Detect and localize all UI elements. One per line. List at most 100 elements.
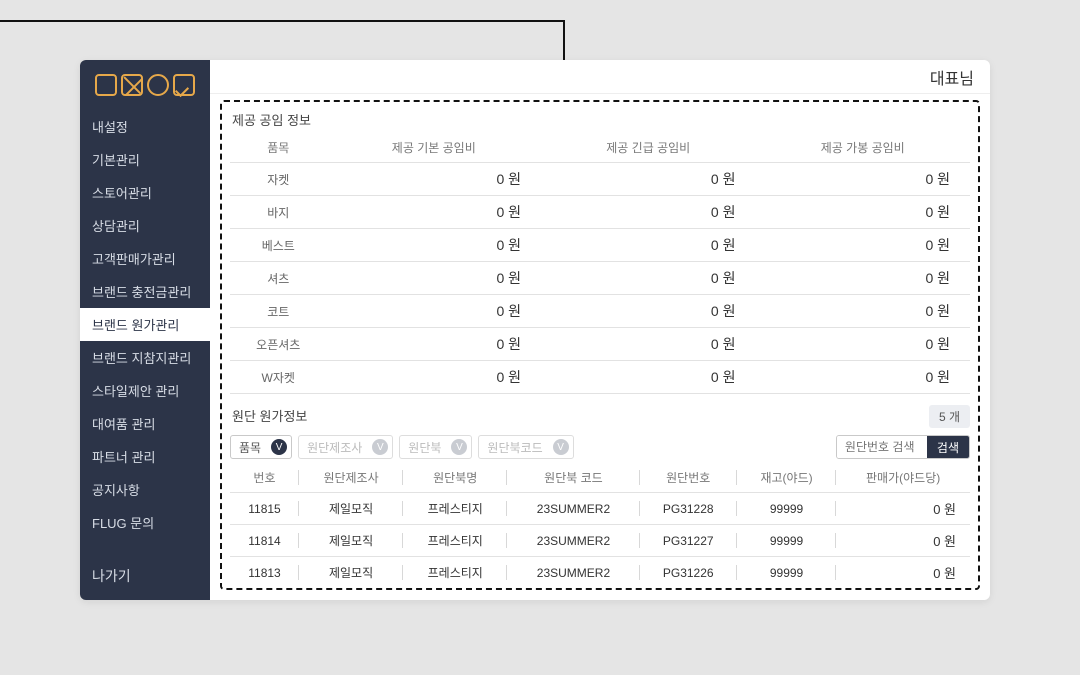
fab-book: 프레스티지: [403, 493, 507, 525]
fee-base: 0 원: [327, 328, 541, 361]
fab-stock: 99999: [737, 557, 836, 589]
fabric-row[interactable]: 11812제일모직프레스티지23SUMMER2PG31225999990 원: [230, 589, 970, 591]
sidebar-rental[interactable]: 대여품 관리: [80, 407, 210, 440]
fab-col-book: 원단북명: [403, 463, 507, 493]
fee-fitting: 0 원: [755, 262, 970, 295]
fee-row: 코트0 원0 원0 원: [230, 295, 970, 328]
fabric-search-box: 검색: [836, 435, 970, 459]
filter-bookcode-label: 원단북코드: [487, 439, 542, 456]
chevron-down-icon: V: [553, 439, 569, 455]
fabric-table: 번호 원단제조사 원단북명 원단북 코드 원단번호 재고(야드) 판매가(야드당…: [230, 463, 970, 590]
sidebar-style-suggest[interactable]: 스타일제안 관리: [80, 374, 210, 407]
fab-col-price: 판매가(야드당): [836, 463, 970, 493]
fee-row: 오픈셔츠0 원0 원0 원: [230, 328, 970, 361]
fee-fitting: 0 원: [755, 295, 970, 328]
sidebar-customer-price[interactable]: 고객판매가관리: [80, 242, 210, 275]
fab-price: 0 원: [836, 493, 970, 525]
chevron-down-icon: V: [372, 439, 388, 455]
fab-stock: 99999: [737, 589, 836, 591]
sidebar-consult-management[interactable]: 상담관리: [80, 209, 210, 242]
logo-check-icon: [173, 74, 195, 96]
logo-square-icon: [95, 74, 117, 96]
fee-urgent: 0 원: [541, 229, 755, 262]
fee-fitting: 0 원: [755, 361, 970, 394]
fabric-filter-row: 품목 V 원단제조사 V 원단북 V 원단북코드 V: [230, 435, 970, 459]
fab-book: 프레스티지: [403, 557, 507, 589]
fab-maker: 제일모직: [299, 525, 403, 557]
fee-col-fitting: 제공 가봉 공임비: [755, 133, 970, 163]
fab-code: 23SUMMER2: [507, 589, 639, 591]
fab-maker: 제일모직: [299, 589, 403, 591]
sidebar-partner[interactable]: 파트너 관리: [80, 440, 210, 473]
fee-base: 0 원: [327, 163, 541, 196]
fee-base: 0 원: [327, 295, 541, 328]
fabric-row[interactable]: 11814제일모직프레스티지23SUMMER2PG31227999990 원: [230, 525, 970, 557]
fab-no: 11815: [230, 493, 299, 525]
filter-item-label: 품목: [239, 439, 261, 456]
chevron-down-icon: V: [451, 439, 467, 455]
fee-table: 품목 제공 기본 공임비 제공 긴급 공임비 제공 가봉 공임비 자켓0 원0 …: [230, 133, 970, 394]
fabric-row[interactable]: 11813제일모직프레스티지23SUMMER2PG31226999990 원: [230, 557, 970, 589]
fab-book: 프레스티지: [403, 525, 507, 557]
topbar: 대표님: [210, 60, 990, 94]
fab-price: 0 원: [836, 525, 970, 557]
fee-urgent: 0 원: [541, 328, 755, 361]
fee-row: 자켓0 원0 원0 원: [230, 163, 970, 196]
fabric-row[interactable]: 11815제일모직프레스티지23SUMMER2PG31228999990 원: [230, 493, 970, 525]
fee-section: 제공 공임 정보 품목 제공 기본 공임비 제공 긴급 공임비 제공 가봉 공임…: [230, 108, 970, 394]
sidebar-brand-charge[interactable]: 브랜드 충전금관리: [80, 275, 210, 308]
fee-urgent: 0 원: [541, 295, 755, 328]
fee-col-base: 제공 기본 공임비: [327, 133, 541, 163]
sidebar-menu: 내설정기본관리스토어관리상담관리고객판매가관리브랜드 충전금관리브랜드 원가관리…: [80, 104, 210, 556]
filter-maker-combo[interactable]: 원단제조사 V: [298, 435, 393, 459]
sidebar-brand-bring[interactable]: 브랜드 지참지관리: [80, 341, 210, 374]
annotation-line-horizontal: [0, 20, 563, 22]
filter-maker-label: 원단제조사: [307, 439, 362, 456]
fab-no: 11812: [230, 589, 299, 591]
fab-no: 11814: [230, 525, 299, 557]
fee-base: 0 원: [327, 262, 541, 295]
fab-price: 0 원: [836, 557, 970, 589]
search-button[interactable]: 검색: [927, 436, 969, 458]
fab-col-stock: 재고(야드): [737, 463, 836, 493]
fee-fitting: 0 원: [755, 196, 970, 229]
fee-item: W자켓: [230, 361, 327, 394]
fab-code: 23SUMMER2: [507, 525, 639, 557]
sidebar-store-management[interactable]: 스토어관리: [80, 176, 210, 209]
fee-item: 베스트: [230, 229, 327, 262]
sidebar-notice[interactable]: 공지사항: [80, 473, 210, 506]
fab-code: 23SUMMER2: [507, 557, 639, 589]
fee-item: 셔츠: [230, 262, 327, 295]
filter-bookcode-combo[interactable]: 원단북코드 V: [478, 435, 573, 459]
sidebar-basic-management[interactable]: 기본관리: [80, 143, 210, 176]
app-window: 내설정기본관리스토어관리상담관리고객판매가관리브랜드 충전금관리브랜드 원가관리…: [80, 60, 990, 600]
fee-row: 셔츠0 원0 원0 원: [230, 262, 970, 295]
fee-urgent: 0 원: [541, 262, 755, 295]
logo-circle-icon: [147, 74, 169, 96]
fee-item: 코트: [230, 295, 327, 328]
fee-col-urgent: 제공 긴급 공임비: [541, 133, 755, 163]
fee-row: W자켓0 원0 원0 원: [230, 361, 970, 394]
fab-col-no: 번호: [230, 463, 299, 493]
user-label: 대표님: [930, 65, 974, 89]
filter-book-combo[interactable]: 원단북 V: [399, 435, 472, 459]
fee-base: 0 원: [327, 196, 541, 229]
filter-item-combo[interactable]: 품목 V: [230, 435, 292, 459]
chevron-down-icon: V: [271, 439, 287, 455]
sidebar-brand-cost[interactable]: 브랜드 원가관리: [80, 308, 210, 341]
fee-item: 바지: [230, 196, 327, 229]
fabric-search-input[interactable]: [837, 436, 927, 458]
fee-base: 0 원: [327, 229, 541, 262]
fab-no: 11813: [230, 557, 299, 589]
fee-row: 바지0 원0 원0 원: [230, 196, 970, 229]
logo-hourglass-icon: [121, 74, 143, 96]
fab-code: 23SUMMER2: [507, 493, 639, 525]
fab-fabno: PG31227: [640, 525, 737, 557]
fab-col-code: 원단북 코드: [507, 463, 639, 493]
exit-button[interactable]: 나가기: [80, 556, 210, 600]
sidebar-flug-inquiry[interactable]: FLUG 문의: [80, 506, 210, 539]
fee-row: 베스트0 원0 원0 원: [230, 229, 970, 262]
fee-fitting: 0 원: [755, 229, 970, 262]
fab-stock: 99999: [737, 525, 836, 557]
sidebar-my-settings[interactable]: 내설정: [80, 110, 210, 143]
